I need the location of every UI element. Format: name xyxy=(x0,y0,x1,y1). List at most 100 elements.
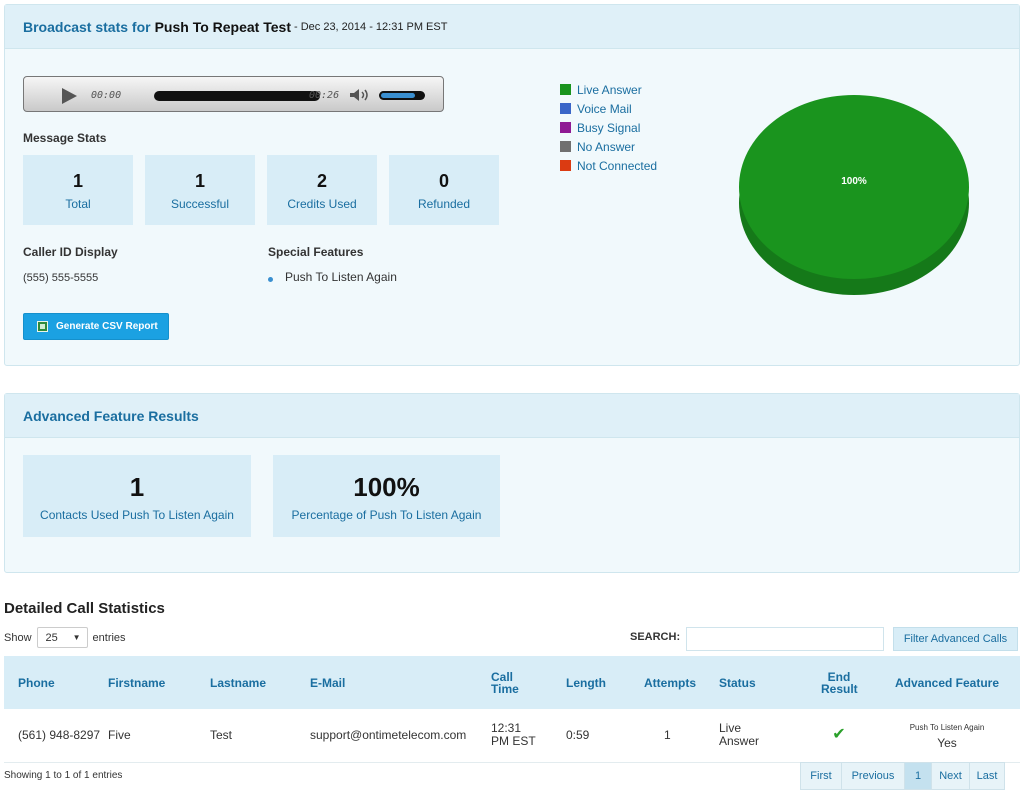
stat-label: Refunded xyxy=(417,197,471,211)
col-status[interactable]: Status xyxy=(719,656,804,709)
stat-label: Credits Used xyxy=(287,197,357,211)
col-phone[interactable]: Phone xyxy=(4,656,108,709)
broadcast-title-prefix: Broadcast stats for xyxy=(23,18,151,35)
broadcast-title-date: - Dec 23, 2014 - 12:31 PM EST xyxy=(293,20,448,33)
volume-slider[interactable] xyxy=(379,91,425,100)
legend-label: Not Connected xyxy=(577,158,658,173)
current-time: 00:00 xyxy=(91,90,122,101)
broadcast-stats-header: Broadcast stats for Push To Repeat Test … xyxy=(5,5,1019,49)
volume-icon[interactable] xyxy=(349,88,371,102)
legend-item: Not Connected xyxy=(560,156,657,175)
stat-value: 2 xyxy=(316,171,327,191)
col-call-time[interactable]: Call Time xyxy=(491,656,566,709)
spreadsheet-icon xyxy=(37,321,48,332)
legend-label: Busy Signal xyxy=(577,120,641,135)
generate-csv-label: Generate CSV Report xyxy=(56,321,158,332)
adv-label: Contacts Used Push To Listen Again xyxy=(40,508,234,522)
table-row[interactable]: (561) 948-8297 Five Test support@ontimet… xyxy=(4,709,1020,762)
stat-value: 0 xyxy=(438,171,449,191)
stat-label: Successful xyxy=(170,197,230,211)
cell-advanced-feature: Push To Listen Again Yes xyxy=(874,709,1020,762)
legend-item: Voice Mail xyxy=(560,99,657,118)
cell-email: support@ontimetelecom.com xyxy=(310,727,467,742)
col-lastname[interactable]: Lastname xyxy=(210,656,310,709)
col-call-time-label: Call Time xyxy=(491,669,519,696)
page-last-button[interactable]: Last xyxy=(969,762,1005,790)
advanced-feature-heading: Advanced Feature Results xyxy=(23,407,199,424)
check-icon: ✔ xyxy=(832,726,846,744)
cell-attempts: 1 xyxy=(664,727,671,742)
show-label: Show xyxy=(4,631,32,644)
pie-slice-live-answer xyxy=(739,95,969,279)
col-advanced-feature[interactable]: Advanced Feature xyxy=(874,656,1020,709)
broadcast-stats-panel: Broadcast stats for Push To Repeat Test … xyxy=(4,4,1020,366)
cell-firstname: Five xyxy=(108,727,131,742)
search-label: SEARCH: xyxy=(630,631,681,643)
play-icon[interactable] xyxy=(62,88,77,104)
stat-credits-used: 2 Credits Used xyxy=(267,155,377,225)
generate-csv-button[interactable]: Generate CSV Report xyxy=(23,313,169,340)
page-first-button[interactable]: First xyxy=(800,762,842,790)
advanced-feature-panel: Advanced Feature Results 1 Contacts Used… xyxy=(4,393,1020,573)
page-previous-button[interactable]: Previous xyxy=(841,762,905,790)
legend-swatch xyxy=(560,103,571,114)
col-end-result-label: End Result xyxy=(821,669,858,696)
legend-swatch xyxy=(560,84,571,95)
col-attempts[interactable]: Attempts xyxy=(644,656,719,709)
table-header-row: Phone Firstname Lastname E-Mail Call Tim… xyxy=(4,656,1020,709)
legend-item: Busy Signal xyxy=(560,118,657,137)
col-firstname[interactable]: Firstname xyxy=(108,656,210,709)
adv-label: Percentage of Push To Listen Again xyxy=(291,508,482,522)
stat-successful: 1 Successful xyxy=(145,155,255,225)
special-feature-item: Push To Listen Again xyxy=(285,270,397,284)
audio-player: 00:00 00:26 xyxy=(23,76,444,112)
broadcast-title-name: Push To Repeat Test xyxy=(154,18,291,35)
pie-slice-label: 100% xyxy=(841,176,867,187)
stat-total: 1 Total xyxy=(23,155,133,225)
page-1-button[interactable]: 1 xyxy=(904,762,932,790)
entries-select[interactable]: 25 ▼ xyxy=(36,627,88,648)
pagination: First Previous 1 Next Last xyxy=(800,762,1005,790)
bullet-icon xyxy=(268,277,273,282)
seek-bar[interactable] xyxy=(154,91,320,101)
adv-value: 100% xyxy=(353,472,420,502)
message-stats-heading: Message Stats xyxy=(23,131,107,145)
legend-swatch xyxy=(560,160,571,171)
legend-item: No Answer xyxy=(560,137,657,156)
col-end-result[interactable]: End Result xyxy=(804,656,874,709)
entries-label: entries xyxy=(92,631,126,644)
cell-status: Live Answer xyxy=(719,709,804,762)
call-stats-table: Phone Firstname Lastname E-Mail Call Tim… xyxy=(4,656,1020,763)
stat-value: 1 xyxy=(72,171,83,191)
stat-value: 1 xyxy=(194,171,205,191)
col-length[interactable]: Length xyxy=(566,656,644,709)
chevron-down-icon: ▼ xyxy=(72,633,81,642)
cell-phone: (561) 948-8297 xyxy=(18,727,101,742)
legend-item: Live Answer xyxy=(560,80,657,99)
caller-id-value: (555) 555-5555 xyxy=(23,272,99,284)
adv-contacts-used: 1 Contacts Used Push To Listen Again xyxy=(23,455,251,537)
special-features-heading: Special Features xyxy=(268,245,364,259)
stat-refunded: 0 Refunded xyxy=(389,155,499,225)
col-email[interactable]: E-Mail xyxy=(310,656,491,709)
entries-value: 25 xyxy=(45,631,58,644)
table-info: Showing 1 to 1 of 1 entries xyxy=(4,770,123,781)
page-next-button[interactable]: Next xyxy=(931,762,970,790)
legend-swatch xyxy=(560,141,571,152)
entries-length-control: Show 25 ▼ entries xyxy=(4,627,126,648)
adv-percentage: 100% Percentage of Push To Listen Again xyxy=(273,455,500,537)
advanced-feature-value: Yes xyxy=(937,735,957,750)
advanced-feature-header: Advanced Feature Results xyxy=(5,394,1019,438)
volume-fill xyxy=(381,93,415,98)
cell-length: 0:59 xyxy=(566,727,590,742)
detailed-call-stats-heading: Detailed Call Statistics xyxy=(4,600,165,617)
adv-value: 1 xyxy=(129,472,145,502)
status-line-2: Answer xyxy=(719,734,760,749)
filter-advanced-calls-button[interactable]: Filter Advanced Calls xyxy=(893,627,1018,651)
caller-id-heading: Caller ID Display xyxy=(23,245,118,259)
stat-label: Total xyxy=(65,197,91,211)
chart-legend: Live Answer Voice Mail Busy Signal No An… xyxy=(560,80,657,175)
search-input[interactable] xyxy=(686,627,884,651)
cell-end-result: ✔ xyxy=(804,709,874,762)
cell-lastname: Test xyxy=(210,727,233,742)
